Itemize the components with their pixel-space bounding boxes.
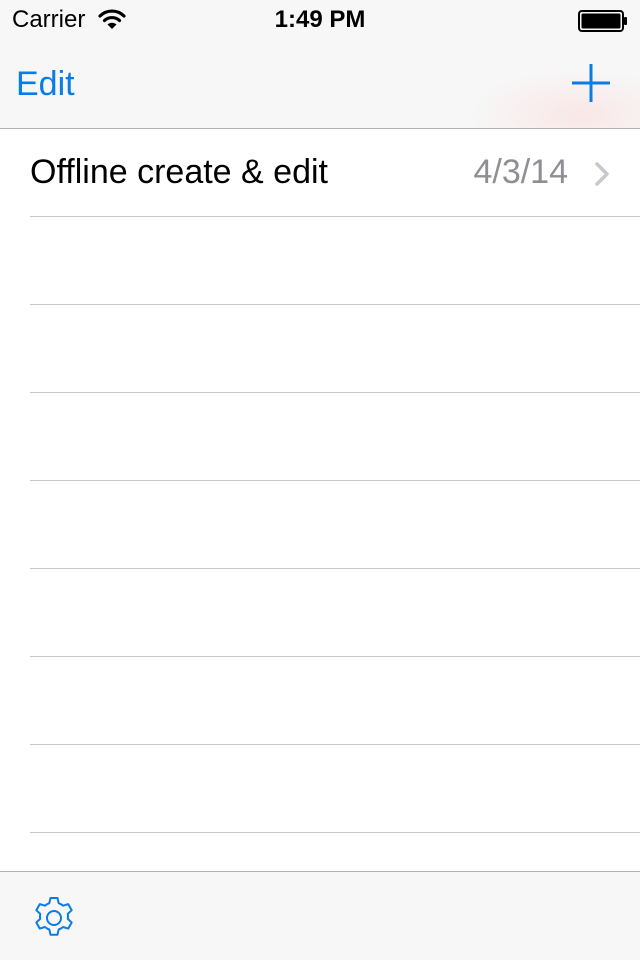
list-item-date: 4/3/14 — [473, 153, 568, 191]
list-item — [0, 657, 640, 745]
edit-button[interactable]: Edit — [16, 64, 75, 104]
list-item — [0, 305, 640, 393]
list-item — [0, 481, 640, 569]
list-item — [0, 569, 640, 657]
gear-icon[interactable] — [30, 894, 78, 942]
chevron-right-icon — [595, 162, 609, 186]
row-separator — [30, 832, 640, 833]
plus-icon[interactable] — [568, 60, 614, 106]
battery-icon — [578, 10, 627, 32]
list-item — [0, 217, 640, 305]
navigation-bar: Edit — [0, 40, 640, 128]
bottom-toolbar — [0, 871, 640, 960]
list-item — [0, 745, 640, 833]
list-item[interactable]: Offline create & edit 4/3/14 — [0, 129, 640, 217]
list-item — [0, 393, 640, 481]
list-item-title: Offline create & edit — [30, 153, 328, 191]
status-bar: Carrier 1:49 PM — [0, 0, 640, 40]
top-bar-area: Carrier 1:49 PM Edit — [0, 0, 640, 129]
clock: 1:49 PM — [274, 6, 366, 33]
documents-list: Offline create & edit 4/3/14 — [0, 129, 640, 871]
